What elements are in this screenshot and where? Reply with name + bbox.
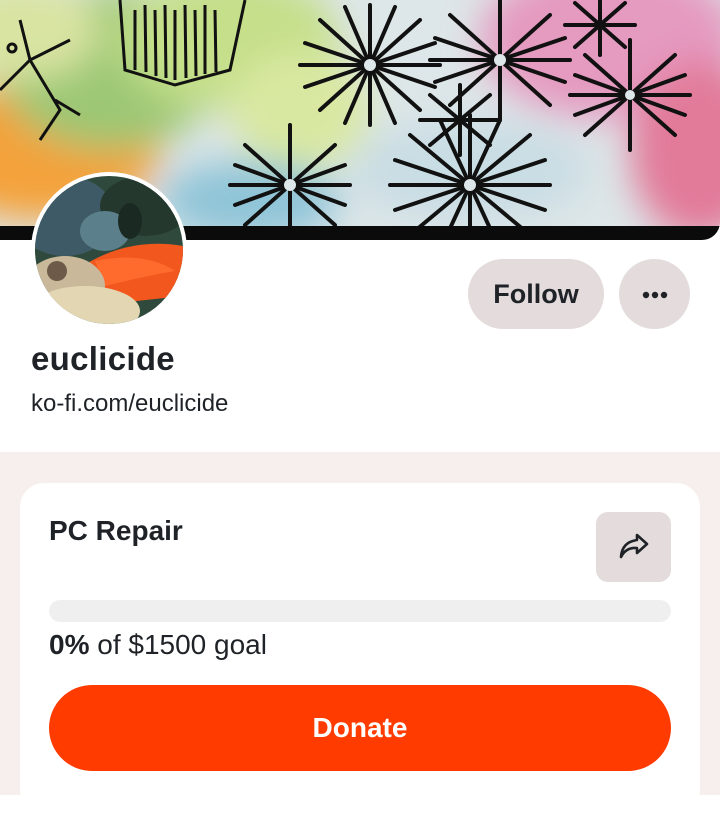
goal-progress-bar — [49, 600, 671, 622]
follow-button[interactable]: Follow — [468, 259, 604, 329]
goal-card: PC Repair 0% of $1500 goal Donate — [20, 483, 700, 813]
avatar[interactable] — [31, 172, 187, 328]
profile-username: euclicide — [31, 340, 175, 377]
ellipsis-icon — [642, 287, 668, 302]
goal-amount: of $1500 goal — [97, 629, 267, 660]
goal-title: PC Repair — [49, 515, 183, 546]
goal-percent: 0% — [49, 629, 90, 660]
share-arrow-icon — [617, 531, 651, 564]
share-button[interactable] — [596, 512, 671, 582]
avatar-image — [35, 176, 183, 324]
goal-progress-text: 0% of $1500 goal — [49, 629, 267, 661]
profile-url-link[interactable]: ko-fi.com/euclicide — [31, 390, 228, 418]
more-options-button[interactable] — [619, 259, 690, 329]
donate-button[interactable]: Donate — [49, 685, 671, 771]
